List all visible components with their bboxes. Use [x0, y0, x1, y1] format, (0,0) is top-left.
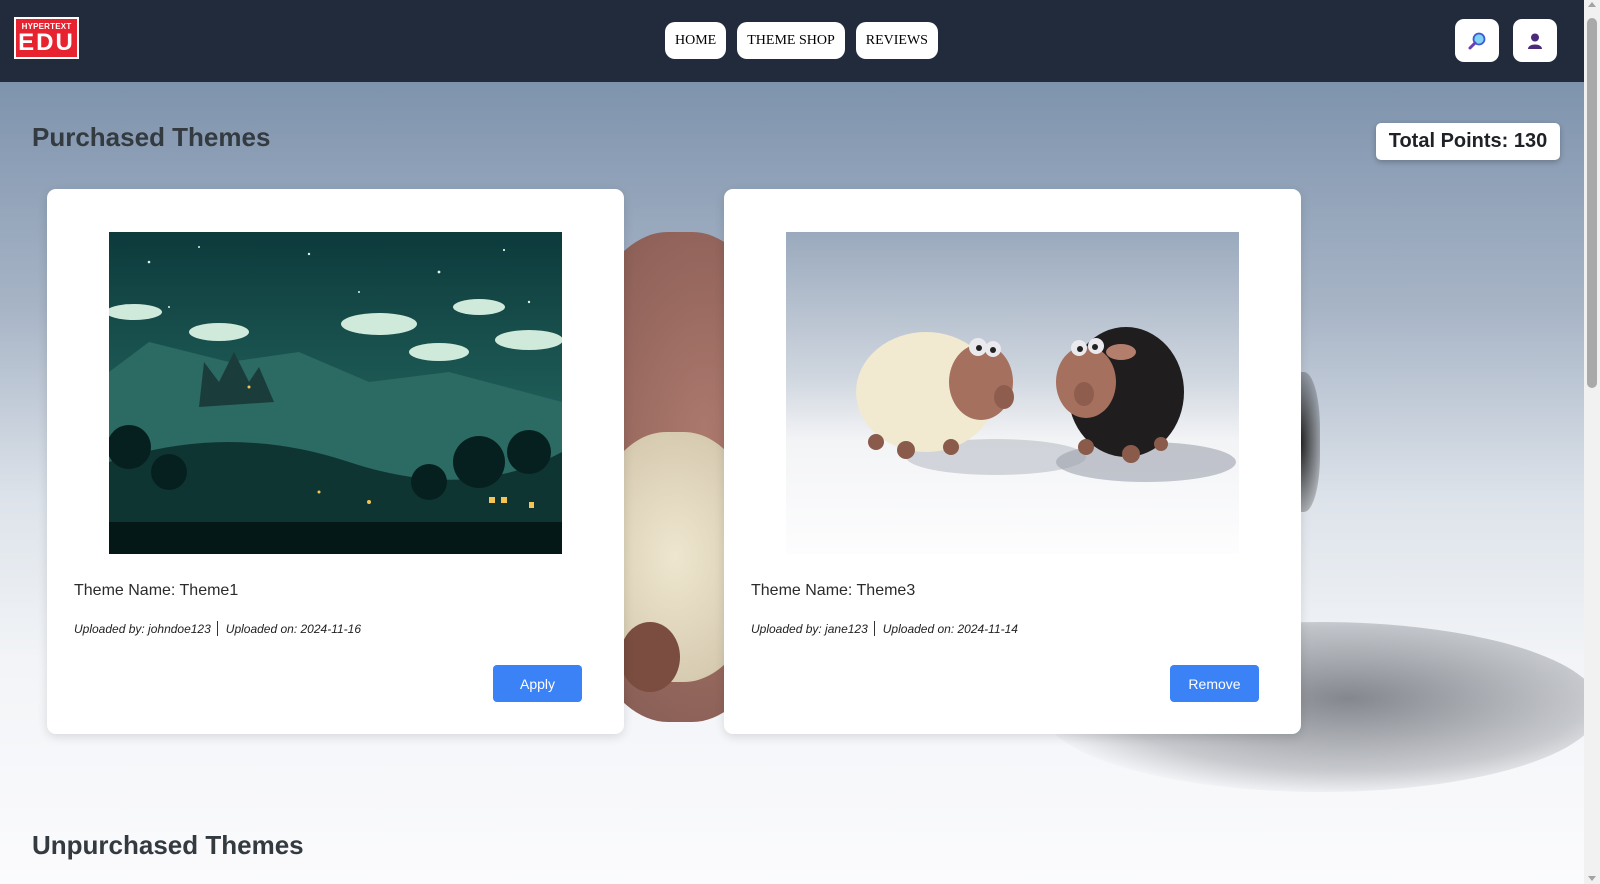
theme-thumbnail-sheep [786, 232, 1239, 554]
page-scrollbar[interactable] [1584, 0, 1600, 884]
nav-theme-shop-button[interactable]: THEME SHOP [737, 22, 845, 59]
theme-card: Theme Name: Theme1 Uploaded by: johndoe1… [47, 189, 624, 734]
theme-thumbnail-night-castle [109, 232, 562, 554]
top-navbar: HYPERTEXT EDU HOME THEME SHOP REVIEWS [0, 0, 1584, 82]
search-icon [1468, 32, 1486, 49]
meta-divider [873, 621, 875, 636]
scrollbar-thumb[interactable] [1587, 18, 1597, 388]
unpurchased-themes-title: Unpurchased Themes [32, 830, 304, 860]
site-logo[interactable]: HYPERTEXT EDU [14, 17, 79, 59]
main-nav: HOME THEME SHOP REVIEWS [665, 22, 938, 59]
user-profile-icon [1528, 33, 1542, 49]
apply-button[interactable]: Apply [493, 665, 582, 702]
nav-reviews-button[interactable]: REVIEWS [855, 22, 938, 59]
scroll-down-arrow-icon[interactable] [1588, 876, 1596, 881]
theme-meta: Uploaded by: jane123 Uploaded on: 2024-1… [751, 621, 1018, 636]
theme-upload-date: Uploaded on: 2024-11-14 [882, 621, 1018, 636]
theme-name: Theme Name: Theme3 [751, 582, 916, 599]
logo-bottom-text: EDU [18, 28, 75, 56]
theme-name: Theme Name: Theme1 [74, 582, 239, 599]
background-sheep-foot [620, 622, 680, 692]
total-points-badge: Total Points: 130 [1376, 123, 1560, 160]
theme-upload-date: Uploaded on: 2024-11-16 [225, 621, 361, 636]
search-button[interactable] [1455, 19, 1499, 62]
theme-uploader: Uploaded by: jane123 [751, 621, 868, 636]
meta-divider [216, 621, 218, 636]
scroll-up-arrow-icon[interactable] [1588, 2, 1596, 7]
theme-meta: Uploaded by: johndoe123 Uploaded on: 202… [74, 621, 361, 636]
remove-button[interactable]: Remove [1170, 665, 1259, 702]
profile-button[interactable] [1513, 19, 1557, 62]
theme-uploader: Uploaded by: johndoe123 [74, 621, 211, 636]
purchased-themes-title: Purchased Themes [32, 122, 271, 152]
theme-card: Theme Name: Theme3 Uploaded by: jane123 … [724, 189, 1301, 734]
nav-home-button[interactable]: HOME [665, 22, 727, 59]
